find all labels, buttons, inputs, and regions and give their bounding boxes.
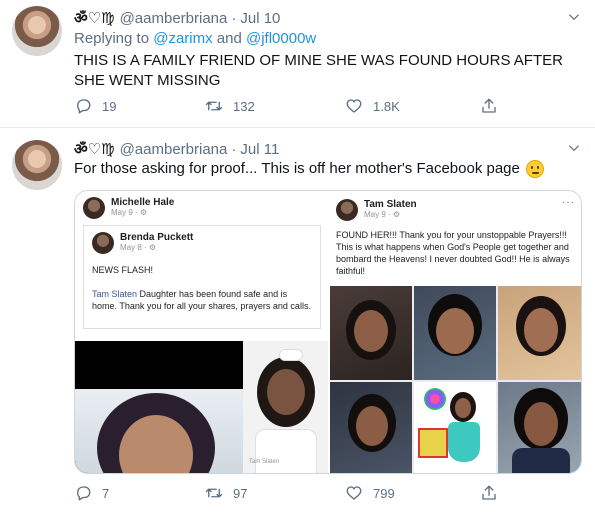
face <box>455 398 471 418</box>
facebook-meta: May 9 · ⚙ <box>111 208 148 217</box>
more-options-icon: ··· <box>562 197 575 208</box>
like-count: 799 <box>373 485 395 501</box>
share-button[interactable] <box>480 97 508 115</box>
tweet-media[interactable]: Michelle Hale May 9 · ⚙ Brenda Puckett M… <box>74 190 582 474</box>
facebook-meta: May 9 · ⚙ <box>364 210 401 219</box>
reply-count: 19 <box>102 98 117 114</box>
tweet-date[interactable]: Jul 11 <box>240 141 279 158</box>
mention-link[interactable]: @jfl0000w <box>246 30 316 47</box>
reply-icon <box>77 486 91 501</box>
heart-icon <box>346 99 362 113</box>
photo <box>330 382 412 473</box>
facebook-meta: May 8 · ⚙ <box>120 243 157 252</box>
jacket <box>512 448 570 473</box>
facebook-name: Brenda Puckett <box>120 232 194 243</box>
retweet-button[interactable]: 132 <box>205 97 255 115</box>
mention-link[interactable]: @zarimx <box>153 30 212 47</box>
tweet-actions: 19 132 1.8K <box>74 97 496 117</box>
facebook-name: Tam Slaten <box>364 199 417 210</box>
chevron-down-icon[interactable] <box>567 141 581 155</box>
retweet-count: 132 <box>233 98 255 114</box>
facebook-body: FOUND HER!!! Thank you for your unstoppa… <box>336 230 570 276</box>
display-name[interactable]: ॐ♡♍ <box>74 8 115 28</box>
avatar[interactable] <box>12 6 62 56</box>
tweet[interactable]: ॐ♡♍ @aamberbriana · Jul 11 For those ask… <box>0 127 595 516</box>
face <box>354 310 388 352</box>
tweet-header: ॐ♡♍ @aamberbriana · Jul 11 <box>74 139 279 159</box>
separator: · <box>231 9 237 27</box>
retweet-icon <box>205 488 223 498</box>
facebook-post: Michelle Hale May 9 · ⚙ Brenda Puckett M… <box>75 191 328 341</box>
facebook-avatar <box>336 199 358 221</box>
facebook-post: Tam Slaten May 9 · ⚙ ··· FOUND HER!!! Th… <box>330 191 581 286</box>
facebook-post-header: Michelle Hale May 9 · ⚙ <box>111 197 174 217</box>
facebook-headline: NEWS FLASH! <box>92 265 154 275</box>
facebook-post-header: Brenda Puckett May 8 · ⚙ <box>120 232 193 252</box>
face <box>524 308 558 352</box>
photo <box>330 286 412 380</box>
share-icon <box>482 98 496 113</box>
birthday-balloons <box>424 388 446 410</box>
gift-box <box>418 428 448 458</box>
embarrassed-face-icon <box>525 160 544 178</box>
tweet[interactable]: ॐ♡♍ @aamberbriana · Jul 10 Replying to @… <box>0 0 595 127</box>
tweet-actions: 7 97 799 <box>74 484 496 504</box>
reply-button[interactable]: 7 <box>74 484 109 502</box>
heart-icon <box>346 486 362 500</box>
reply-icon <box>77 99 91 114</box>
media-image-right[interactable]: Tam Slaten May 9 · ⚙ ··· FOUND HER!!! Th… <box>330 191 581 473</box>
reply-count: 7 <box>102 485 110 501</box>
user-handle[interactable]: @aamberbriana <box>120 10 228 27</box>
photo <box>414 286 496 380</box>
replying-to: Replying to @zarimx and @jfl0000w <box>74 30 316 47</box>
replying-prefix: Replying to <box>74 30 150 47</box>
tweet-date[interactable]: Jul 10 <box>240 10 280 27</box>
replying-and: and <box>216 30 242 47</box>
photo-caption: Tam Slaten <box>249 459 280 465</box>
photo <box>75 341 243 473</box>
face <box>436 308 474 354</box>
reply-button[interactable]: 19 <box>74 97 116 115</box>
photo <box>498 382 581 473</box>
dress <box>255 429 317 473</box>
dress <box>448 422 480 462</box>
face <box>267 369 305 415</box>
like-button[interactable]: 1.8K <box>345 97 400 115</box>
display-name[interactable]: ॐ♡♍ <box>74 139 115 159</box>
retweet-button[interactable]: 97 <box>205 484 247 502</box>
hair-bow <box>279 349 303 361</box>
media-image-left[interactable]: Michelle Hale May 9 · ⚙ Brenda Puckett M… <box>75 191 328 473</box>
tweet-text-content: For those asking for proof... This is of… <box>74 160 520 177</box>
photo: Tam Slaten <box>243 341 328 473</box>
tweet-header: ॐ♡♍ @aamberbriana · Jul 10 <box>74 8 280 28</box>
user-handle[interactable]: @aamberbriana <box>120 141 228 158</box>
facebook-post-header: Tam Slaten May 9 · ⚙ <box>364 199 417 219</box>
facebook-avatar <box>83 197 105 219</box>
facebook-name: Michelle Hale <box>111 197 175 208</box>
face <box>524 402 558 446</box>
retweet-icon <box>205 101 223 111</box>
share-icon <box>482 485 496 500</box>
facebook-link: Tam Slaten <box>92 289 138 299</box>
share-button[interactable] <box>480 484 508 502</box>
avatar[interactable] <box>12 140 62 190</box>
facebook-shared-post: Brenda Puckett May 8 · ⚙ NEWS FLASH! Tam… <box>83 225 321 329</box>
photo <box>414 382 496 473</box>
like-button[interactable]: 799 <box>345 484 395 502</box>
photo <box>498 286 581 380</box>
tweet-text: THIS IS A FAMILY FRIEND OF MINE SHE WAS … <box>74 52 563 89</box>
separator: · <box>231 140 237 158</box>
facebook-avatar <box>92 232 114 254</box>
chevron-down-icon[interactable] <box>567 10 581 24</box>
facebook-body: Tam Slaten Daughter has been found safe … <box>92 288 314 312</box>
retweet-count: 97 <box>233 485 248 501</box>
like-count: 1.8K <box>373 98 400 114</box>
face <box>356 406 388 446</box>
tweet-text: For those asking for proof... This is of… <box>74 159 589 179</box>
